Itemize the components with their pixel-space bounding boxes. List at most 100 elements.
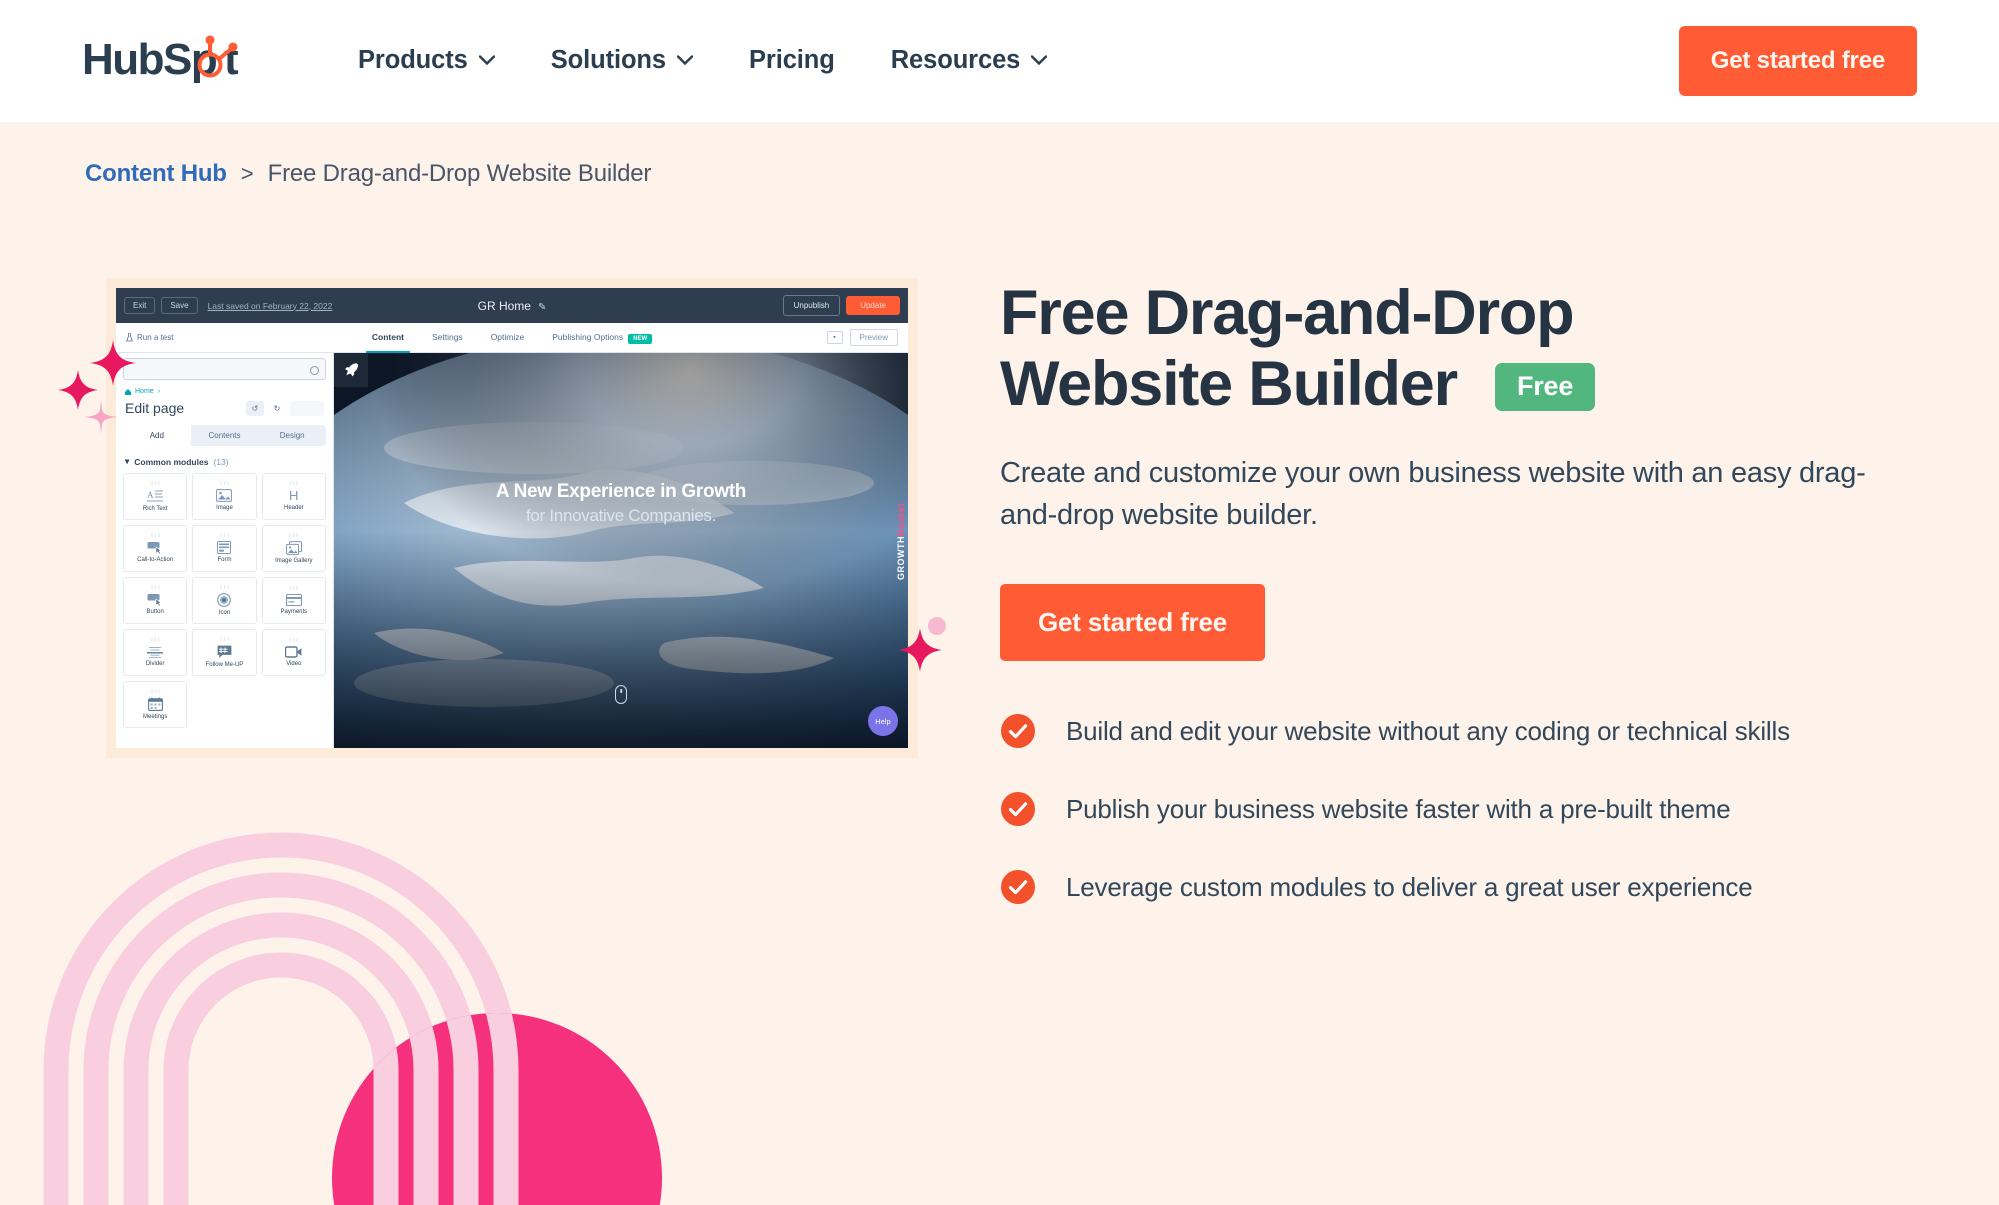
canvas-hero-subline: for Innovative Companies. <box>526 506 716 525</box>
breadcrumb-current-page: Free Drag-and-Drop Website Builder <box>267 160 652 187</box>
editor-last-saved-status[interactable]: Last saved on February 22, 2022 <box>208 301 333 311</box>
chevron-down-icon: ▾ <box>125 456 130 466</box>
drag-handle-icon <box>220 533 229 537</box>
help-widget-button[interactable]: Help <box>868 706 898 736</box>
nav-item-products[interactable]: Products <box>330 34 523 86</box>
svg-text:H: H <box>289 489 298 502</box>
sidebar-title-row: Edit page ↺ ↻ <box>116 398 333 416</box>
list-item: Build and edit your website without any … <box>1000 713 1940 749</box>
sidebar-title-actions: ↺ ↻ <box>246 400 324 416</box>
nav-item-label: Solutions <box>550 45 666 74</box>
nav-item-pricing[interactable]: Pricing <box>721 34 863 86</box>
sidebar-segment-add[interactable]: Add <box>123 425 191 446</box>
icon-icon <box>217 592 232 607</box>
module-rich-text[interactable]: A Rich Text <box>123 473 188 520</box>
sidebar-search-input[interactable] <box>123 358 326 380</box>
drag-handle-icon <box>150 689 160 693</box>
nav-item-solutions[interactable]: Solutions <box>523 34 721 86</box>
editor-page-title: GR Home <box>477 298 531 313</box>
drag-handle-icon <box>150 481 160 485</box>
editor-topbar: Exit Save Last saved on February 22, 202… <box>116 288 908 323</box>
sidebar-breadcrumb-label: Home <box>135 388 154 395</box>
sidebar-breadcrumb[interactable]: Home › <box>116 380 333 398</box>
module-image[interactable]: Image <box>192 473 257 520</box>
list-item: Publish your business website faster wit… <box>1000 791 1940 827</box>
editor-exit-button[interactable]: Exit <box>124 297 156 314</box>
pencil-icon[interactable]: ✎ <box>538 302 546 313</box>
hubspot-logo[interactable]: HubSp t <box>82 34 260 86</box>
nav-item-resources[interactable]: Resources <box>863 34 1076 86</box>
top-navigation-bar: HubSp t Products Solutions Pricing Resou… <box>0 0 1999 122</box>
module-grid: A Rich Text Image H Header Call-to-Actio… <box>116 473 333 728</box>
editor-tab-publishing-options-label: Publishing Options <box>552 331 624 342</box>
editor-tab-optimize[interactable]: Optimize <box>491 332 525 344</box>
feature-text: Build and edit your website without any … <box>1066 715 1790 746</box>
common-modules-count: (13) <box>213 456 229 467</box>
module-video[interactable]: Video <box>261 629 326 676</box>
chevron-right-icon: › <box>157 388 161 395</box>
editor-unpublish-button[interactable]: Unpublish <box>782 295 841 316</box>
nav-item-label: Resources <box>890 45 1021 74</box>
breadcrumb-separator-icon: > <box>240 161 254 186</box>
home-icon <box>125 388 131 395</box>
module-label: Image Gallery <box>275 557 313 564</box>
common-modules-label: Common modules <box>134 456 209 467</box>
editor-tabs: Content Settings Optimize Publishing Opt… <box>116 331 908 353</box>
module-form[interactable]: Form <box>192 525 257 572</box>
nav-item-label: Pricing <box>748 45 835 74</box>
hero-subtitle: Create and customize your own business w… <box>1000 457 1866 532</box>
sparkle-icon <box>90 340 136 386</box>
product-screenshot-frame: Exit Save Last saved on February 22, 202… <box>106 278 918 758</box>
module-icon[interactable]: Icon <box>192 577 257 624</box>
new-badge: NEW <box>628 333 653 344</box>
gallery-icon <box>285 540 302 555</box>
image-icon <box>216 489 233 503</box>
module-header[interactable]: H Header <box>261 473 326 520</box>
editor-update-button[interactable]: Update <box>846 296 900 315</box>
sparkle-icon <box>898 628 942 672</box>
drag-handle-icon <box>220 481 229 485</box>
product-screenshot: Exit Save Last saved on February 22, 202… <box>116 288 908 748</box>
editor-tab-publishing-options[interactable]: Publishing Options NEW <box>552 331 653 344</box>
undo-icon[interactable]: ↺ <box>246 400 264 416</box>
editor-preview-button[interactable]: Preview <box>849 329 898 346</box>
drag-handle-icon <box>289 481 299 485</box>
sidebar-segment-contents[interactable]: Contents <box>191 425 259 446</box>
rocket-icon <box>334 353 368 387</box>
redo-icon[interactable]: ↻ <box>268 401 286 416</box>
module-follow-me-up[interactable]: Follow Me-UP <box>192 629 257 676</box>
device-toggle[interactable] <box>290 400 324 416</box>
sparkle-icon <box>84 400 118 434</box>
sidebar-title: Edit page <box>125 400 185 416</box>
drag-handle-icon <box>289 533 299 537</box>
breadcrumb-parent-link[interactable]: Content Hub <box>85 160 227 188</box>
nav-get-started-free-button[interactable]: Get started free <box>1678 26 1917 96</box>
editor-tab-content[interactable]: Content <box>365 332 411 353</box>
svg-text:HubSp: HubSp <box>82 35 217 84</box>
drag-handle-icon <box>220 585 229 589</box>
sidebar-segment-design[interactable]: Design <box>258 425 326 446</box>
editor-tabbar: Run a test Content Settings Optimize Pub… <box>116 323 908 353</box>
module-meetings[interactable]: Meetings <box>123 681 188 728</box>
video-icon <box>285 646 302 658</box>
follow-icon <box>217 645 232 658</box>
page-title-line-2-row: Website Builder Free <box>1000 349 1940 420</box>
editor-canvas: A New Experience in Growth for Innovativ… <box>334 353 908 748</box>
comment-icon[interactable]: ▪ <box>826 331 843 344</box>
module-payments[interactable]: Payments <box>261 577 326 624</box>
watermark-secondary: Rocket <box>896 503 906 537</box>
module-label: Form <box>217 557 232 564</box>
editor-sidebar: Home › Edit page ↺ ↻ Add Contents Design… <box>116 353 334 748</box>
hero-get-started-free-button[interactable]: Get started free <box>1000 584 1265 662</box>
module-divider[interactable]: Divider <box>123 629 188 676</box>
module-call-to-action[interactable]: Call-to-Action <box>123 525 188 572</box>
module-image-gallery[interactable]: Image Gallery <box>261 525 326 572</box>
editor-save-button[interactable]: Save <box>161 297 198 314</box>
module-label: Rich Text <box>142 505 168 512</box>
module-label: Button <box>146 609 164 616</box>
common-modules-header[interactable]: ▾ Common modules (13) <box>116 446 333 473</box>
rich-text-icon: A <box>147 490 164 502</box>
module-button[interactable]: Button <box>123 577 188 624</box>
editor-body: Home › Edit page ↺ ↻ Add Contents Design… <box>116 353 908 748</box>
editor-tab-settings[interactable]: Settings <box>432 332 463 344</box>
